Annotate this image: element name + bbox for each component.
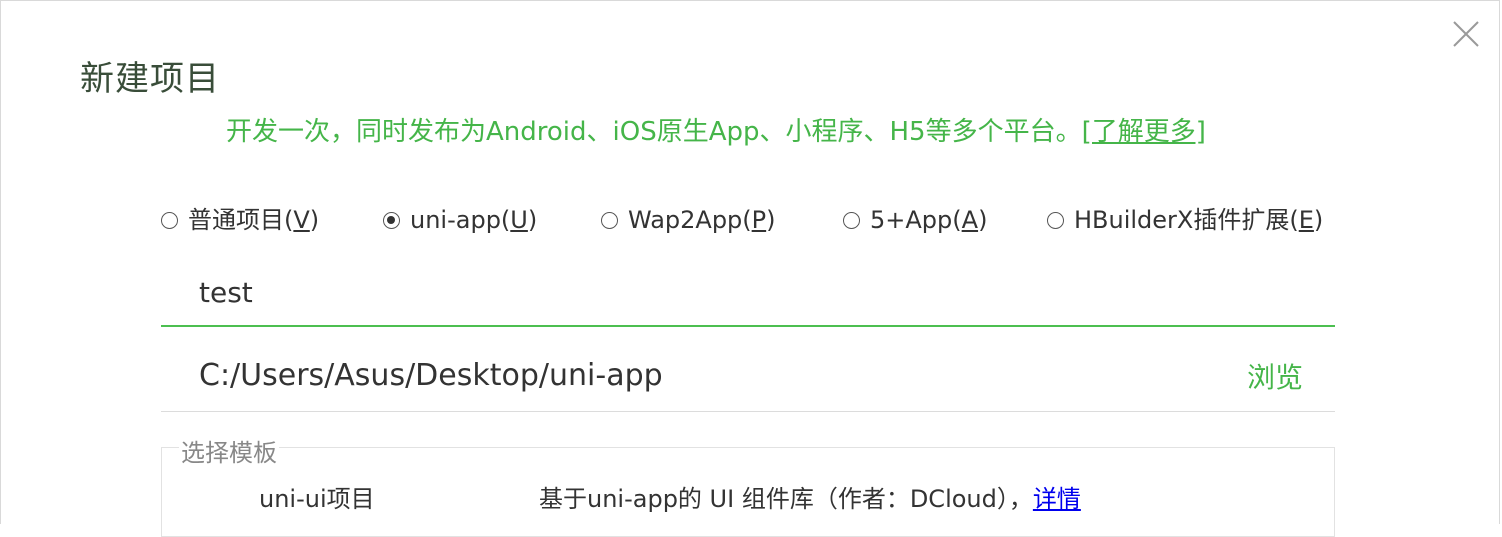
template-details-link[interactable]: 详情 bbox=[1033, 485, 1081, 513]
learn-more-link[interactable]: [了解更多] bbox=[1082, 117, 1206, 147]
dialog-subtitle: 开发一次，同时发布为Android、iOS原生App、小程序、H5等多个平台。[… bbox=[226, 111, 1206, 148]
radio-circle[interactable] bbox=[161, 211, 178, 229]
project-path-input[interactable] bbox=[199, 352, 1199, 398]
project-type-group: 普通项目(V) uni-app(U) Wap2App(P) 5+App(A) H… bbox=[161, 201, 1341, 241]
radio-circle-checked[interactable] bbox=[383, 211, 400, 229]
template-item[interactable]: uni-ui项目 基于uni-app的 UI 组件库（作者：DCloud），详情 bbox=[161, 479, 1335, 519]
radio-uni-app[interactable]: uni-app(U) bbox=[383, 201, 537, 239]
project-path-field: 浏览 bbox=[161, 344, 1335, 412]
radio-label: 普通项目(V) bbox=[188, 206, 320, 234]
radio-label: HBuilderX插件扩展(E) bbox=[1074, 206, 1324, 234]
project-name-input[interactable] bbox=[199, 269, 1199, 315]
new-project-dialog: 新建项目 开发一次，同时发布为Android、iOS原生App、小程序、H5等多… bbox=[0, 0, 1500, 537]
radio-circle[interactable] bbox=[1047, 211, 1064, 229]
radio-circle[interactable] bbox=[843, 211, 860, 229]
browse-button[interactable]: 浏览 bbox=[1247, 356, 1303, 396]
radio-label: Wap2App(P) bbox=[628, 206, 776, 234]
radio-hbuilderx-plugin[interactable]: HBuilderX插件扩展(E) bbox=[1047, 201, 1323, 239]
radio-normal-project[interactable]: 普通项目(V) bbox=[161, 201, 319, 239]
template-description: 基于uni-app的 UI 组件库（作者：DCloud），详情 bbox=[539, 485, 1081, 513]
template-legend: 选择模板 bbox=[179, 433, 279, 468]
radio-5plus-app[interactable]: 5+App(A) bbox=[843, 201, 987, 239]
radio-label: uni-app(U) bbox=[410, 206, 538, 234]
radio-label: 5+App(A) bbox=[870, 206, 988, 234]
close-icon[interactable] bbox=[1451, 19, 1481, 49]
radio-circle[interactable] bbox=[601, 211, 618, 229]
project-name-field bbox=[161, 263, 1335, 327]
subtitle-text: 开发一次，同时发布为Android、iOS原生App、小程序、H5等多个平台。 bbox=[226, 117, 1082, 147]
radio-wap2app[interactable]: Wap2App(P) bbox=[601, 201, 776, 239]
dialog-title: 新建项目 bbox=[80, 59, 220, 99]
template-name: uni-ui项目 bbox=[259, 485, 375, 513]
